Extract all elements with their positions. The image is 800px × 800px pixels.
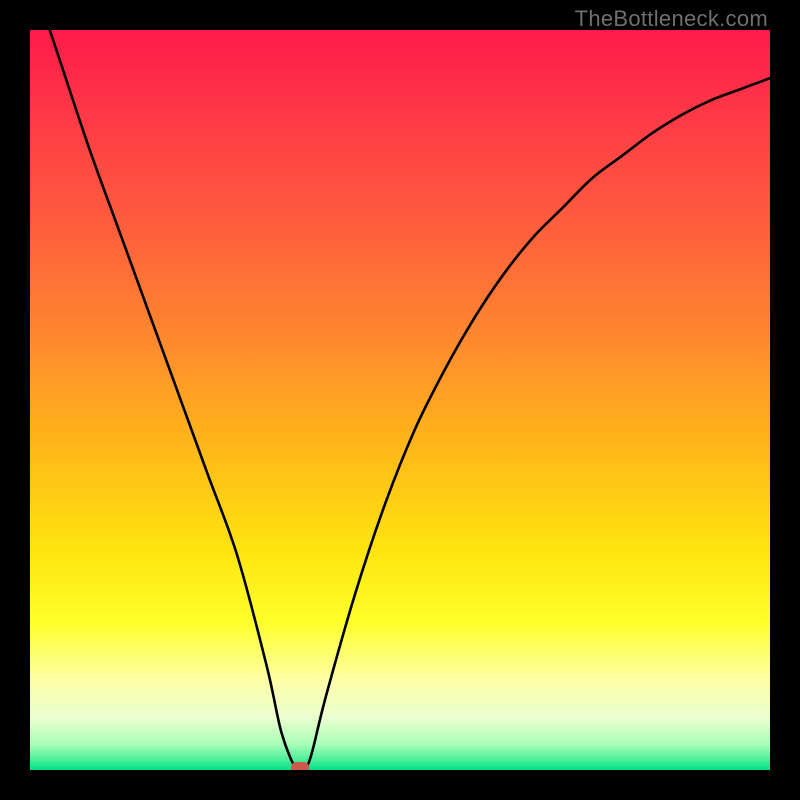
plot-area	[30, 30, 770, 770]
bottleneck-curve	[30, 30, 770, 770]
optimum-marker	[291, 762, 309, 770]
curve-layer	[30, 30, 770, 770]
watermark-text: TheBottleneck.com	[575, 6, 768, 32]
chart-frame: TheBottleneck.com	[0, 0, 800, 800]
